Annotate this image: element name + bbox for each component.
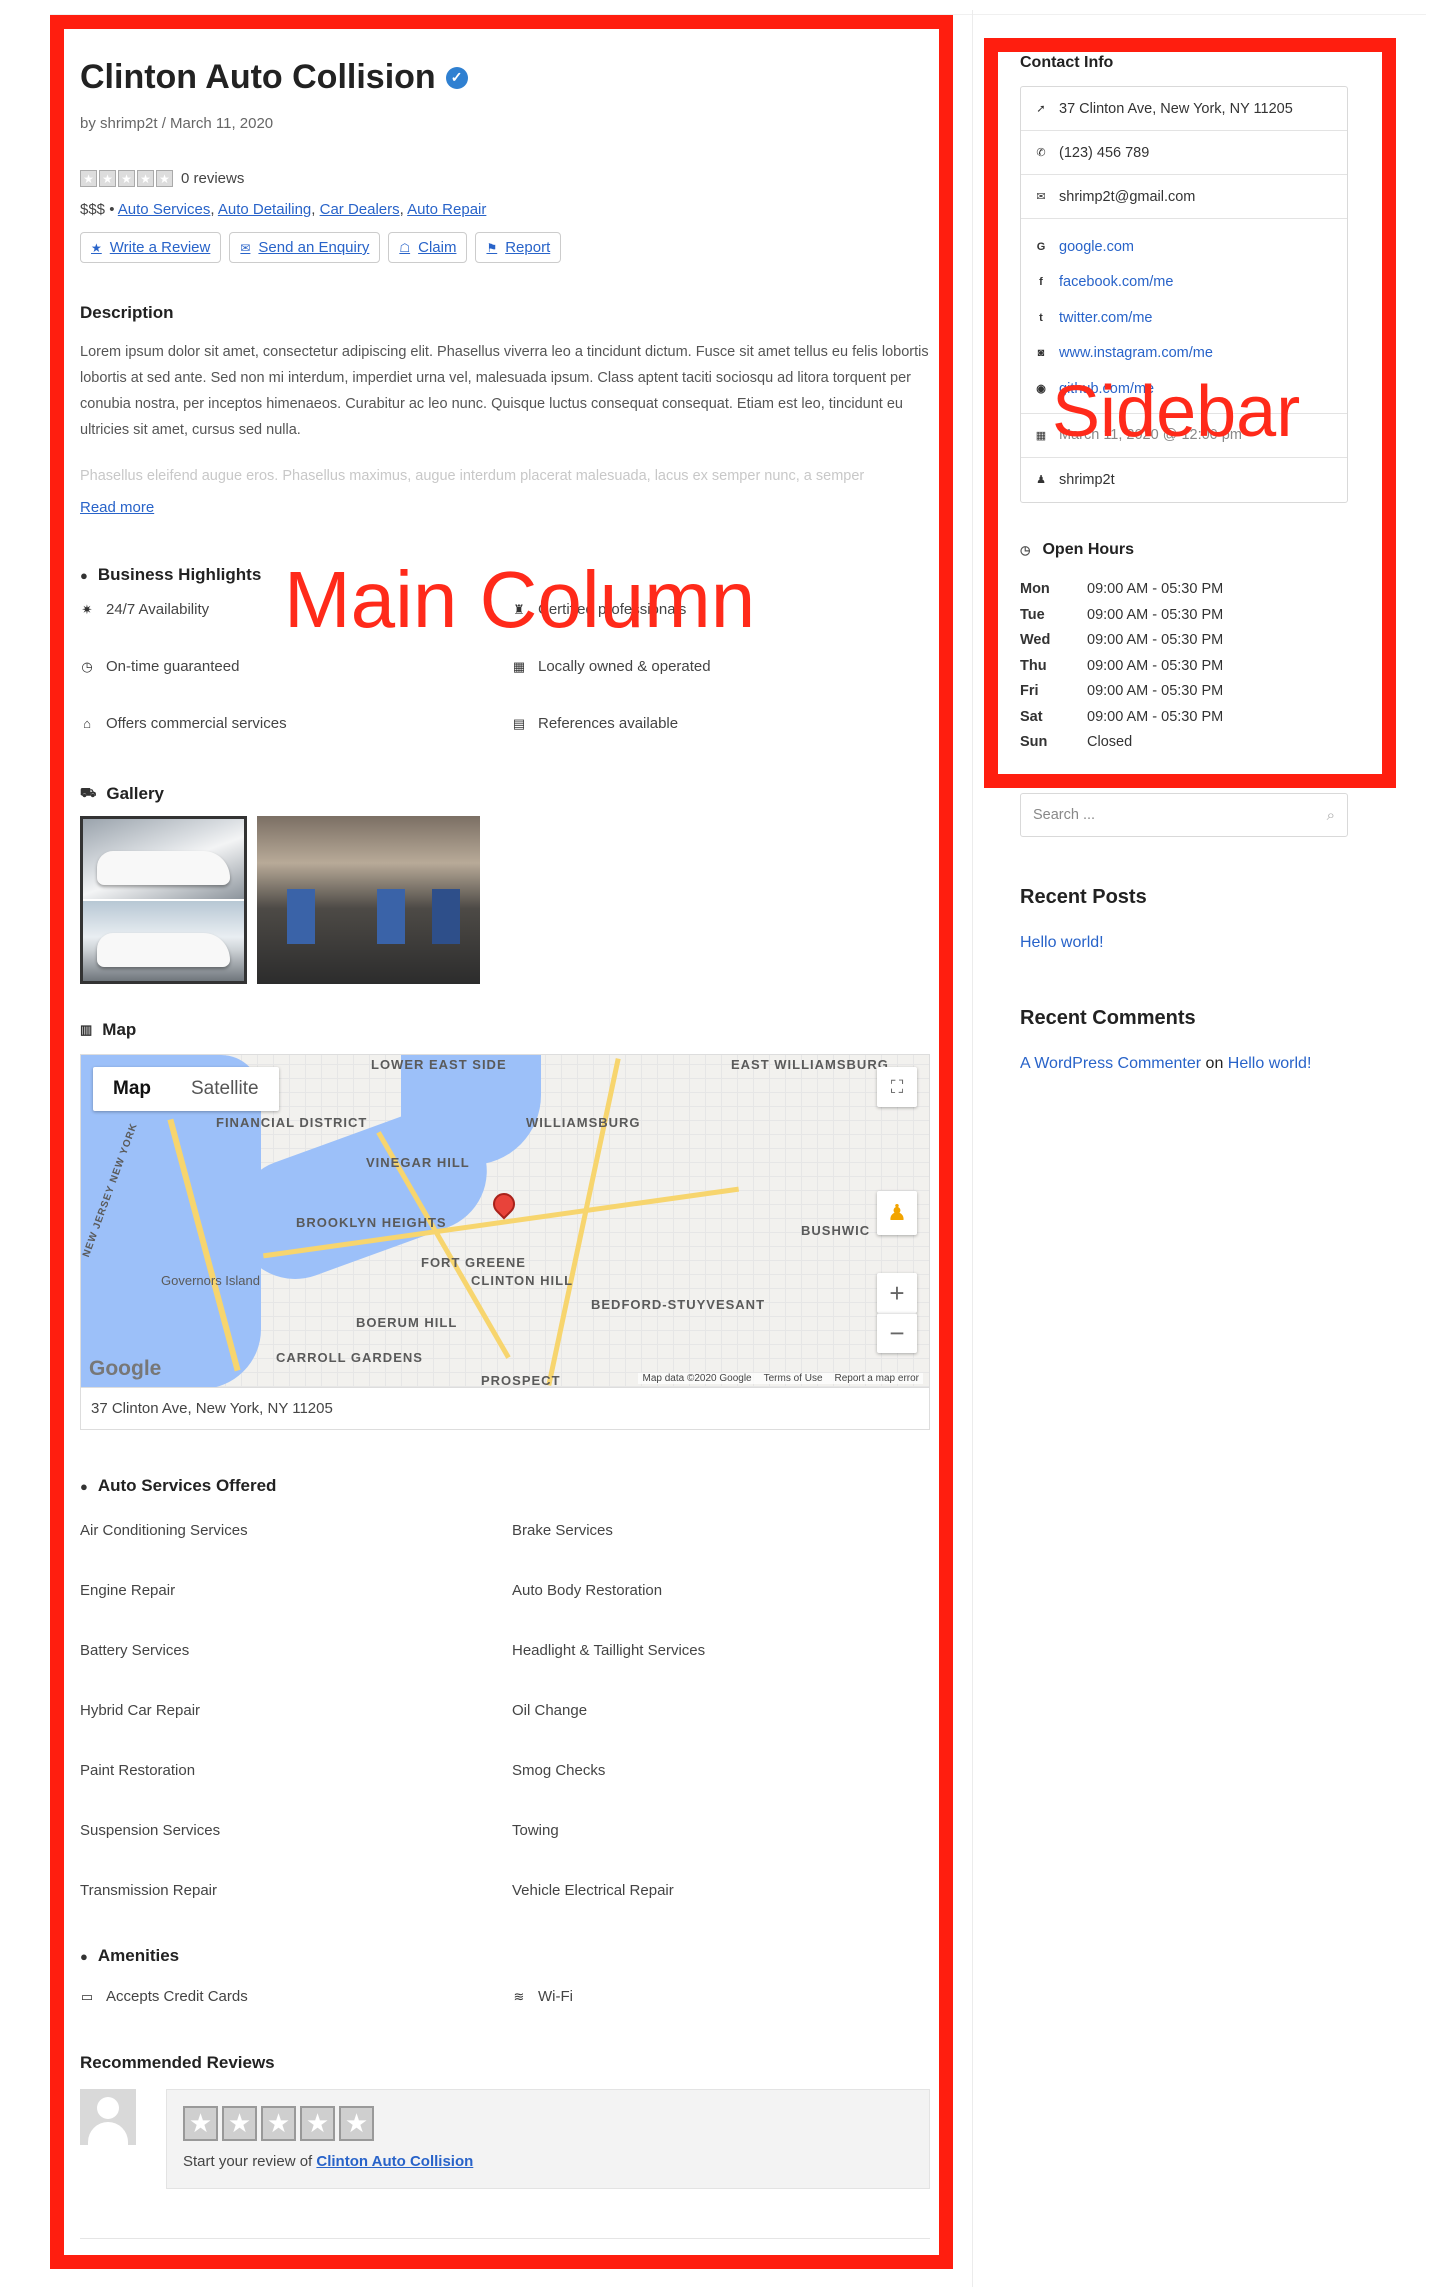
search-icon[interactable]: ⌕ bbox=[1327, 807, 1335, 824]
recent-comment: A WordPress Commenter on Hello world! bbox=[1020, 1055, 1311, 1073]
search-placeholder: Search ... bbox=[1033, 807, 1096, 823]
recent-posts-heading: Recent Posts bbox=[1020, 886, 1147, 908]
commenter-link[interactable]: A WordPress Commenter bbox=[1020, 1055, 1201, 1072]
sidebar-annotation-label: Sidebar bbox=[1052, 372, 1301, 452]
column-divider bbox=[972, 10, 973, 2287]
search-input[interactable]: Search ... ⌕ bbox=[1020, 793, 1348, 837]
main-column-annotation-label: Main Column bbox=[284, 555, 756, 644]
comment-post-link[interactable]: Hello world! bbox=[1228, 1055, 1312, 1072]
comment-on-text: on bbox=[1205, 1055, 1224, 1072]
recent-comments-heading: Recent Comments bbox=[1020, 1007, 1196, 1029]
main-column-annotation-box bbox=[50, 15, 953, 2269]
recent-post-link[interactable]: Hello world! bbox=[1020, 934, 1104, 952]
